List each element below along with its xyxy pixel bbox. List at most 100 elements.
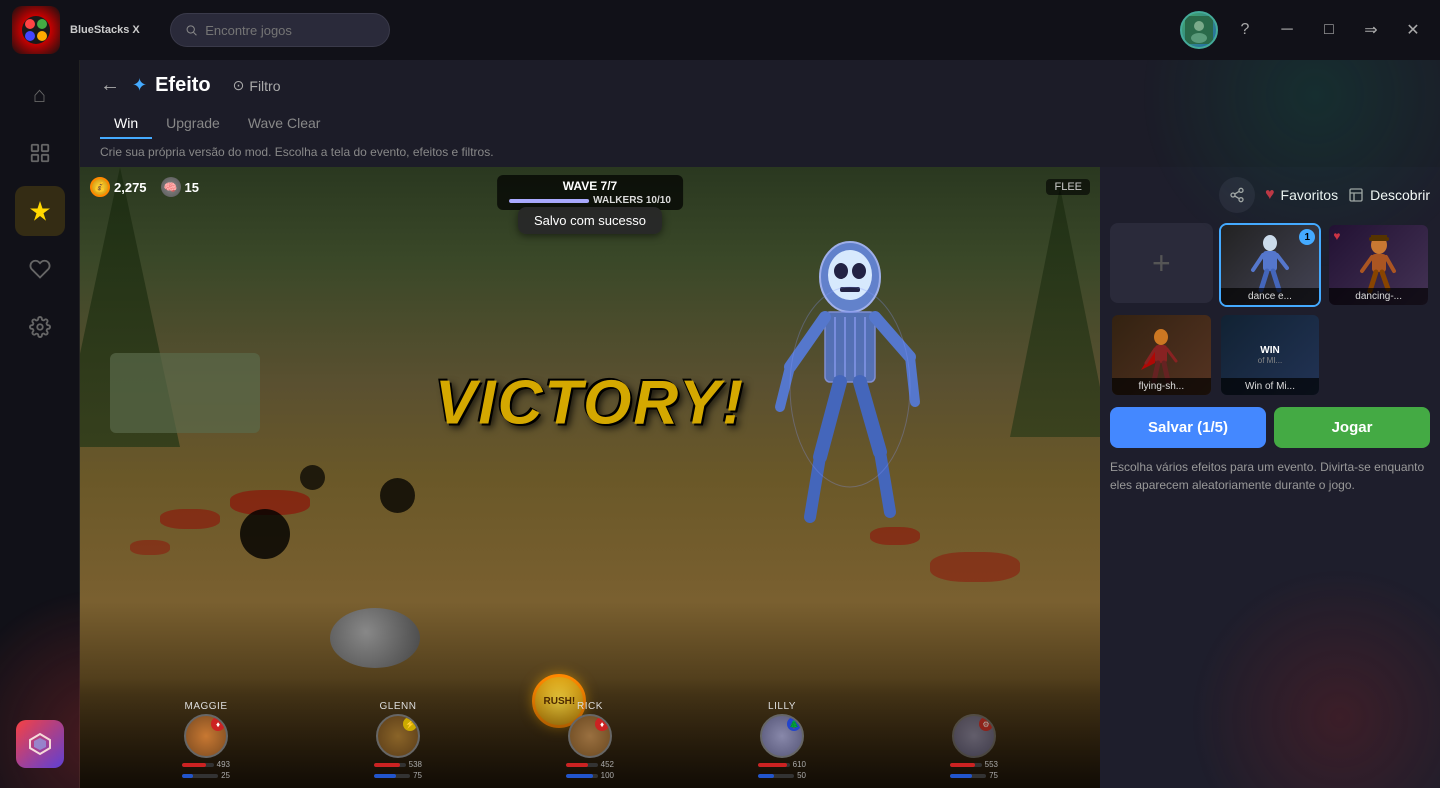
right-panel: ♥ Favoritos Descobrir + [1100,167,1440,788]
filter-button[interactable]: ⊙ Filtro [233,77,281,94]
char-name-glenn: GLENN [380,701,417,712]
panel-info-text: Escolha vários efeitos para um evento. D… [1110,458,1430,494]
card-dancing[interactable]: dancing-... ♥ [1327,223,1430,307]
card-win-label: Win of Mi... [1221,378,1320,395]
sidebar-bottom [16,720,64,778]
content-area: ← ✦ Efeito ⊙ Filtro Win Upgrade Wave Cle… [80,60,1440,788]
char-bars-glenn: 538 75 [374,760,422,780]
sidebar: ⌂ [0,60,80,788]
sidebar-item-settings[interactable] [15,302,65,352]
tabs-row: Win Upgrade Wave Clear [80,103,1440,139]
victory-text: VICTORY! [435,367,745,438]
char-bars-rick: 452 100 [566,760,614,780]
char-hp-bar-lilly2: 553 [950,760,998,769]
card-win[interactable]: WIN of MI... Win of Mi... [1219,313,1322,397]
char-sp-val-lilly2: 75 [989,771,998,780]
game-hud: 💰 2,275 🧠 15 [90,177,199,197]
game-area: 💰 2,275 🧠 15 WAVE 7/7 [80,167,1100,788]
user-avatar[interactable] [1180,11,1218,49]
card-flying[interactable]: flying-sh... [1110,313,1213,397]
description-text: Crie sua própria versão do mod. Escolha … [80,139,1440,167]
ink-spot-2 [380,478,415,513]
walkers-text: WALKERS 10/10 [593,195,671,206]
sidebar-item-apps[interactable] [15,128,65,178]
card-flying-svg [1136,325,1186,385]
char-hp-val-rick: 452 [601,760,614,769]
char-avatar-lilly2: ⚙ [952,714,996,758]
char-sp-bar-glenn: 75 [374,771,422,780]
add-icon: + [1152,245,1171,282]
search-bar[interactable] [170,13,390,47]
skeleton-svg [760,237,940,537]
favorites-button[interactable]: ♥ Favoritos [1265,186,1338,204]
title-bar-controls: ? ─ □ ⇒ ✕ [1180,11,1428,49]
tab-upgrade[interactable]: Upgrade [152,109,234,139]
close-button[interactable]: ✕ [1398,15,1428,45]
blood-spot-1 [160,509,220,529]
char-sp-val-maggie: 25 [221,771,230,780]
skeleton-character [750,227,950,547]
char-indicator-maggie: ♦ [211,717,225,731]
char-indicator-lilly2: ⚙ [979,717,993,731]
char-sp-bar-maggie: 25 [182,771,230,780]
char-name-maggie: MAGGIE [184,701,227,712]
vehicle [110,353,260,433]
char-sp-bar-rick: 100 [566,771,614,780]
main-layout: ⌂ [0,60,1440,788]
coin-value: 2,275 [114,180,147,195]
discover-button[interactable]: Descobrir [1348,187,1430,203]
wave-progress-bar: WALKERS 10/10 [509,195,671,206]
brain-icon: 🧠 [161,177,181,197]
char-bars-lilly2: 553 75 [950,760,998,780]
char-hp-bar-glenn: 538 [374,760,422,769]
search-input[interactable] [205,23,375,38]
char-maggie: MAGGIE ♦ 493 2 [182,701,230,780]
blood-spot-2 [130,540,170,555]
help-button[interactable]: ? [1230,15,1260,45]
share-button[interactable] [1219,177,1255,213]
sidebar-item-mods[interactable] [15,186,65,236]
char-avatar-glenn: ⚡ [376,714,420,758]
save-button[interactable]: Salvar (1/5) [1110,407,1266,448]
play-button[interactable]: Jogar [1274,407,1430,448]
char-sp-bar-lilly2: 75 [950,771,998,780]
maximize-button[interactable]: □ [1314,15,1344,45]
char-avatar-lilly: 🌲 [760,714,804,758]
char-hp-bar-rick: 452 [566,760,614,769]
blood-spot-5 [930,552,1020,582]
card-dancing-label: dancing-... [1329,288,1428,305]
char-hp-bar-lilly: 610 [758,760,806,769]
ink-spot-3 [300,465,325,490]
search-icon [185,23,197,37]
add-card-button[interactable]: + [1110,223,1213,303]
wave-badge: WAVE 7/7 WALKERS 10/10 [497,175,683,210]
card-dance-label: dance e... [1221,288,1320,305]
char-hp-val-glenn: 538 [409,760,422,769]
card-dance-svg [1245,235,1295,295]
sidebar-item-favorites[interactable] [15,244,65,294]
rock [330,608,420,668]
cards-grid: + [1110,223,1430,397]
tab-win[interactable]: Win [100,109,152,139]
external-button[interactable]: ⇒ [1356,15,1386,45]
tab-wave-clear[interactable]: Wave Clear [234,109,335,139]
card-dancing-heart: ♥ [1333,229,1340,243]
char-hp-bar-maggie: 493 [182,760,230,769]
content-header: ← ✦ Efeito ⊙ Filtro [80,60,1440,103]
minimize-button[interactable]: ─ [1272,15,1302,45]
back-button[interactable]: ← [100,74,120,97]
char-glenn: GLENN ⚡ 538 75 [374,701,422,780]
wave-text: WAVE 7/7 [509,179,671,193]
sidebar-item-home[interactable]: ⌂ [15,70,65,120]
char-hp-val-maggie: 493 [217,760,230,769]
title-bar: BlueStacks X ? ─ □ ⇒ ✕ [0,0,1440,60]
char-sp-val-lilly: 50 [797,771,806,780]
char-bars-lilly: 610 50 [758,760,806,780]
char-bars-maggie: 493 25 [182,760,230,780]
char-sp-val-rick: 100 [601,771,614,780]
brain-value: 15 [185,180,199,195]
card-dance[interactable]: dance e... 1 [1219,223,1322,307]
char-lilly2: . ⚙ 553 75 [950,701,998,780]
filter-icon: ⊙ [233,77,245,94]
char-avatar-rick: ♦ [568,714,612,758]
